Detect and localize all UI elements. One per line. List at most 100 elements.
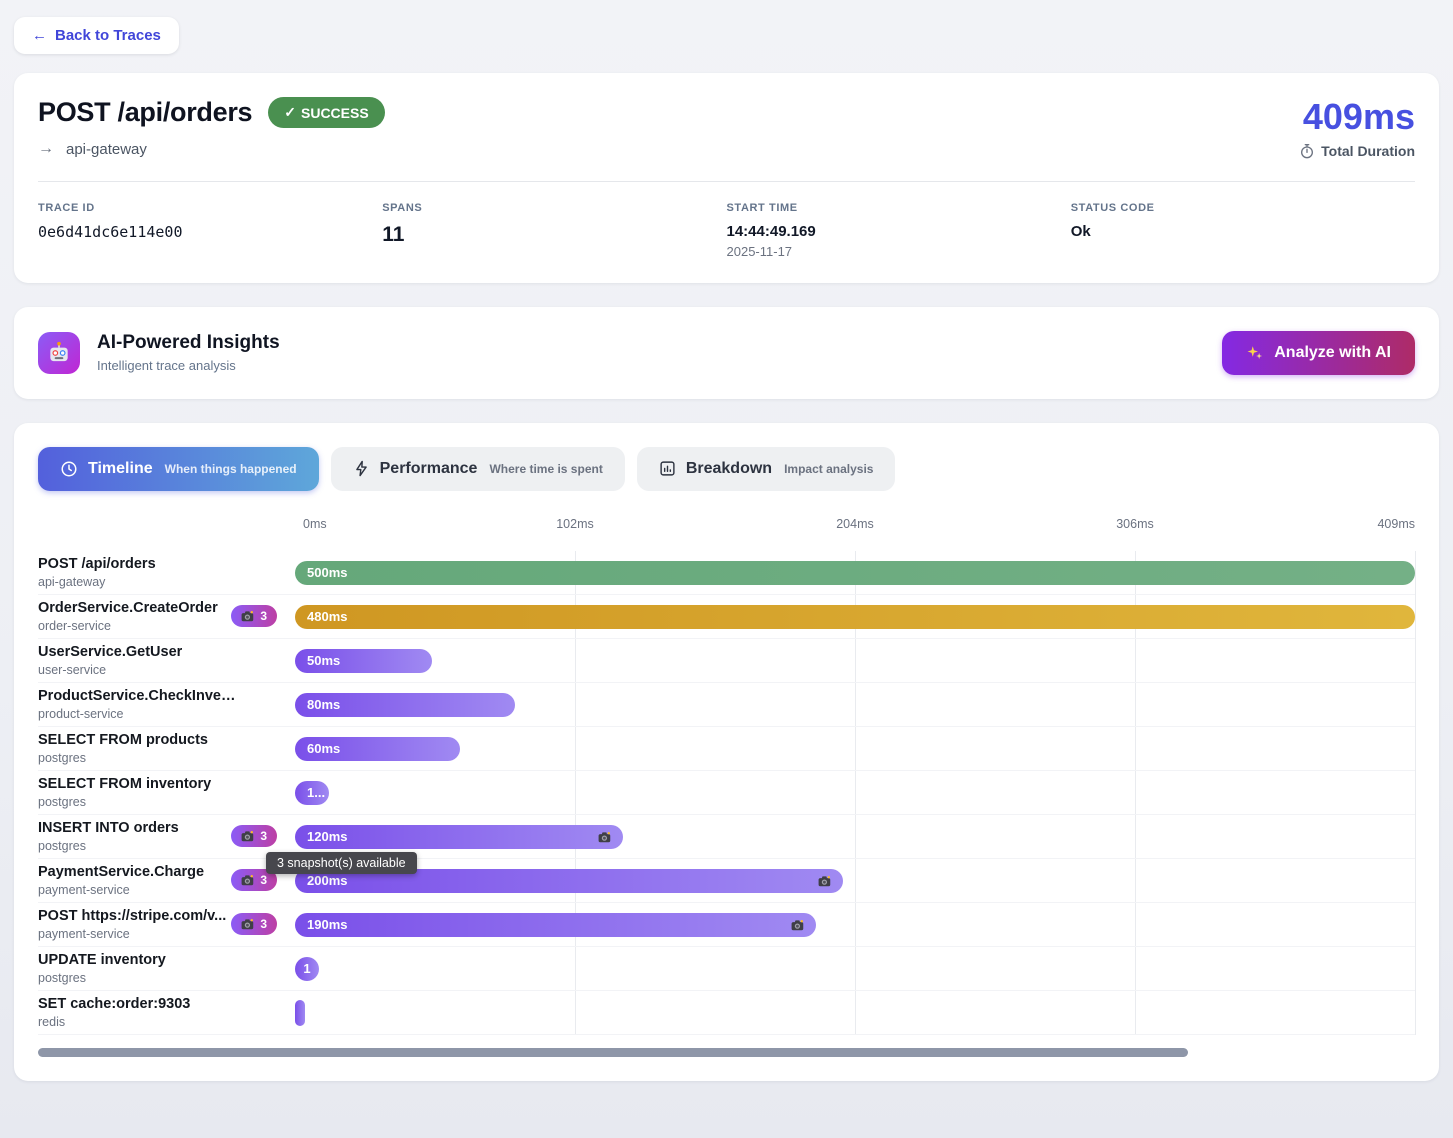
tab-label: Timeline	[88, 460, 153, 478]
span-duration-label: 60ms	[295, 741, 340, 756]
span-name: SET cache:order:9303	[38, 996, 190, 1012]
span-track: 190ms	[295, 903, 1415, 946]
span-track: 80ms	[295, 683, 1415, 726]
span-name: ProductService.CheckInventory	[38, 688, 238, 704]
span-duration-label: 120ms	[295, 829, 347, 844]
camera-icon	[791, 919, 805, 931]
span-names: INSERT INTO orderspostgres	[38, 820, 179, 853]
span-duration-label: 80ms	[295, 697, 340, 712]
camera-icon	[241, 830, 255, 842]
span-name: UPDATE inventory	[38, 952, 166, 968]
span-bar[interactable]: 50ms	[295, 649, 432, 673]
meta-start-time: START TIME 14:44:49.169 2025-11-17	[727, 202, 1071, 259]
axis-tick: 102ms	[556, 517, 594, 531]
status-badge: ✓ SUCCESS	[268, 97, 384, 128]
axis-tick: 0ms	[303, 517, 327, 531]
status-badge-label: SUCCESS	[301, 105, 369, 121]
span-label: UserService.GetUser user-service	[38, 639, 295, 682]
span-track: 60ms	[295, 727, 1415, 770]
span-label: SELECT FROM inventorypostgres	[38, 771, 295, 814]
span-bar[interactable]: 190ms	[295, 913, 816, 937]
check-icon: ✓	[284, 104, 296, 121]
snapshot-count: 3	[260, 609, 267, 623]
span-row: POST /api/ordersapi-gateway 500ms	[38, 551, 1415, 595]
tab-subtitle: Impact analysis	[784, 462, 873, 476]
horizontal-scrollbar-thumb[interactable]	[38, 1048, 1188, 1057]
span-row: ProductService.CheckInventory product-ser…	[38, 683, 1415, 727]
trace-id-value: 0e6d41dc6e114e00	[38, 223, 382, 241]
span-service: product-service	[38, 707, 238, 721]
robot-icon	[38, 332, 80, 374]
span-duration-label: 480ms	[295, 609, 347, 624]
trace-title: POST /api/orders	[38, 97, 252, 128]
snapshot-count-badge[interactable]: 3	[231, 913, 277, 935]
tab-label: Breakdown	[686, 460, 772, 478]
timeline-axis: 0ms102ms204ms306ms409ms	[295, 517, 1415, 537]
span-name: OrderService.CreateOrder	[38, 600, 218, 616]
axis-tick: 409ms	[1377, 517, 1415, 531]
span-service: payment-service	[38, 883, 204, 897]
stopwatch-icon	[1299, 143, 1315, 159]
span-row: PaymentService.Chargepayment-service3200…	[38, 859, 1415, 903]
span-label: POST https://stripe.com/v...payment-serv…	[38, 903, 295, 946]
meta-label: START TIME	[727, 202, 1071, 214]
trace-meta: TRACE ID 0e6d41dc6e114e00 SPANS 11 START…	[38, 202, 1415, 259]
span-bar[interactable]: 500ms	[295, 561, 1415, 585]
root-service-name: api-gateway	[66, 141, 147, 158]
tab-breakdown[interactable]: Breakdown Impact analysis	[637, 447, 896, 491]
tab-performance[interactable]: Performance Where time is spent	[331, 447, 625, 491]
span-duration-label: 1...	[295, 785, 325, 800]
span-names: SET cache:order:9303 redis	[38, 996, 190, 1029]
camera-icon	[241, 874, 255, 886]
span-service: user-service	[38, 663, 182, 677]
span-row: POST https://stripe.com/v...payment-serv…	[38, 903, 1415, 947]
span-name: PaymentService.Charge	[38, 864, 204, 880]
span-bar[interactable]: 480ms	[295, 605, 1415, 629]
meta-status-code: STATUS CODE Ok	[1071, 202, 1415, 259]
span-service: redis	[38, 1015, 190, 1029]
timeline-card: Timeline When things happened Performanc…	[14, 423, 1439, 1081]
axis-tick: 306ms	[1116, 517, 1154, 531]
span-label: INSERT INTO orderspostgres 3	[38, 815, 295, 858]
trace-detail-page: ← Back to Traces POST /api/orders ✓ SUCC…	[0, 0, 1453, 1098]
analyze-with-ai-button[interactable]: Analyze with AI	[1222, 331, 1415, 375]
spans-count-value: 11	[382, 223, 726, 247]
span-bar[interactable]: 60ms	[295, 737, 460, 761]
meta-trace-id: TRACE ID 0e6d41dc6e114e00	[38, 202, 382, 259]
clock-icon	[60, 460, 78, 478]
snapshot-count: 3	[260, 829, 267, 843]
span-label: POST /api/ordersapi-gateway	[38, 551, 295, 594]
span-bar[interactable]	[295, 1000, 305, 1026]
span-names: SELECT FROM productspostgres	[38, 732, 208, 765]
span-names: OrderService.CreateOrder order-service	[38, 600, 218, 633]
meta-label: STATUS CODE	[1071, 202, 1415, 214]
span-bar[interactable]: 80ms	[295, 693, 515, 717]
span-track: 1...	[295, 771, 1415, 814]
horizontal-scrollbar-track[interactable]	[38, 1048, 1415, 1057]
span-duration-label: 500ms	[295, 565, 347, 580]
span-bar[interactable]: 1...	[295, 781, 329, 805]
span-row: SELECT FROM inventorypostgres1...	[38, 771, 1415, 815]
ai-insights-card: AI-Powered Insights Intelligent trace an…	[14, 307, 1439, 399]
total-duration-caption: Total Duration	[1321, 143, 1415, 159]
camera-icon	[818, 875, 832, 887]
span-names: ProductService.CheckInventory product-ser…	[38, 688, 238, 721]
span-name: UserService.GetUser	[38, 644, 182, 660]
span-bar[interactable]: 120ms	[295, 825, 623, 849]
camera-icon	[241, 918, 255, 930]
tab-subtitle: Where time is spent	[489, 462, 602, 476]
back-to-traces-button[interactable]: ← Back to Traces	[14, 17, 179, 54]
meta-label: TRACE ID	[38, 202, 382, 214]
span-service: order-service	[38, 619, 218, 633]
span-row: SET cache:order:9303 redis	[38, 991, 1415, 1035]
span-names: POST /api/ordersapi-gateway	[38, 556, 156, 589]
span-bar[interactable]: 1	[295, 957, 319, 981]
sparkles-icon	[1246, 344, 1264, 362]
meta-spans: SPANS 11	[382, 202, 726, 259]
span-track: 50ms	[295, 639, 1415, 682]
snapshot-count-badge[interactable]: 3	[231, 825, 277, 847]
span-track: 200ms	[295, 859, 1415, 902]
start-date-value: 2025-11-17	[727, 244, 1071, 259]
tab-timeline[interactable]: Timeline When things happened	[38, 447, 319, 491]
snapshot-count-badge[interactable]: 3	[231, 605, 277, 627]
